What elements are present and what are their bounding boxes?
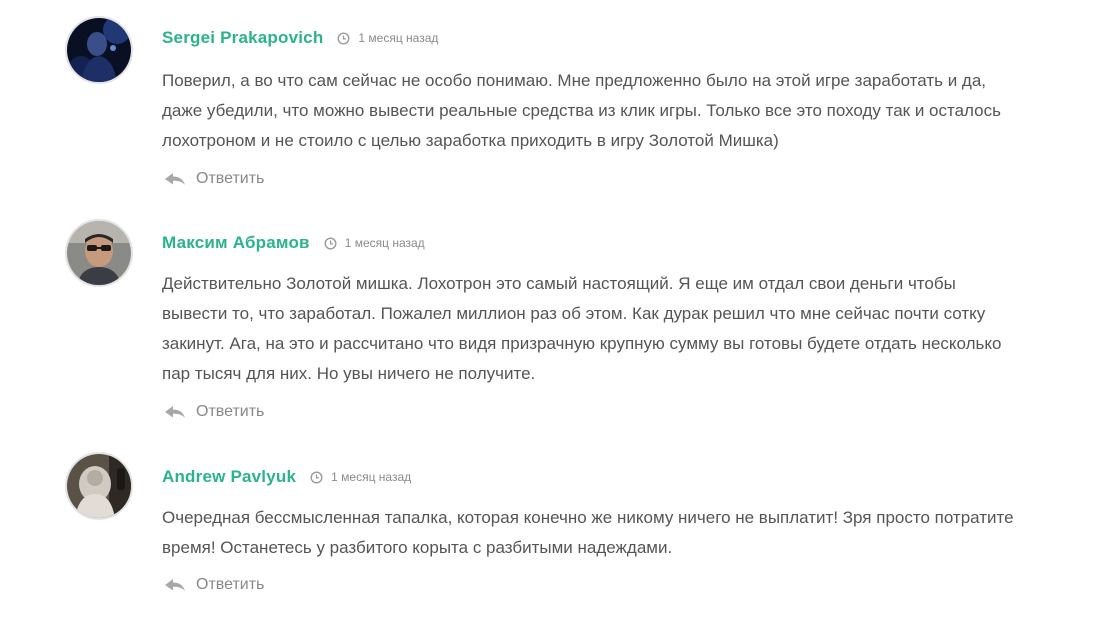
- reply-button[interactable]: Ответить: [164, 167, 264, 191]
- comment-meta: Максим Абрамов 1 месяц назад: [162, 231, 425, 255]
- avatar[interactable]: [65, 219, 133, 287]
- comment-list: Sergei Prakapovich 1 месяц назад Поверил…: [0, 0, 1115, 617]
- reply-label: Ответить: [196, 403, 265, 420]
- comment-author[interactable]: Максим Абрамов: [162, 233, 310, 253]
- avatar[interactable]: [65, 16, 133, 84]
- comment-meta: Sergei Prakapovich 1 месяц назад: [162, 26, 438, 50]
- comment-text: Действительно Золотой мишка. Лохотрон эт…: [162, 274, 1002, 383]
- reply-button[interactable]: Ответить: [164, 573, 264, 597]
- comment-meta: Andrew Pavlyuk 1 месяц назад: [162, 465, 411, 489]
- comment-item: Максим Абрамов 1 месяц назад Действитель…: [0, 219, 1115, 429]
- comment-item: Sergei Prakapovich 1 месяц назад Поверил…: [0, 16, 1115, 206]
- comment-author[interactable]: Sergei Prakapovich: [162, 28, 323, 48]
- reply-label: Ответить: [196, 170, 265, 187]
- reply-arrow-icon: [164, 170, 186, 188]
- comment-item: Andrew Pavlyuk 1 месяц назад Очередная б…: [0, 452, 1115, 612]
- reply-arrow-icon: [164, 576, 186, 594]
- clock-icon: [337, 31, 350, 45]
- avatar-image: [67, 454, 131, 518]
- reply-label: Ответить: [196, 576, 265, 593]
- comment-time[interactable]: 1 месяц назад: [331, 470, 411, 484]
- reply-arrow-icon: [164, 403, 186, 421]
- comment-text: Очередная бессмысленная тапалка, которая…: [162, 508, 1014, 557]
- avatar-image: [67, 221, 131, 285]
- comment-author[interactable]: Andrew Pavlyuk: [162, 467, 296, 487]
- comment-text: Поверил, а во что сам сейчас не особо по…: [162, 71, 1001, 150]
- avatar-image: [67, 18, 131, 82]
- avatar[interactable]: [65, 452, 133, 520]
- reply-button[interactable]: Ответить: [164, 400, 264, 424]
- clock-icon: [310, 470, 323, 484]
- clock-icon: [324, 236, 337, 250]
- comment-time[interactable]: 1 месяц назад: [358, 31, 438, 45]
- comment-time[interactable]: 1 месяц назад: [345, 236, 425, 250]
